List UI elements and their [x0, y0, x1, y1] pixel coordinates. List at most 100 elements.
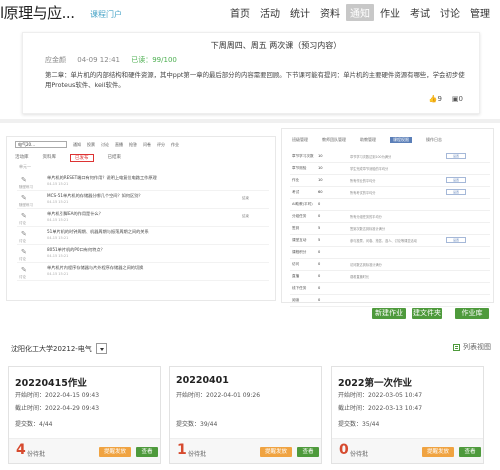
- weight-label: 作业: [292, 178, 300, 182]
- management-tab[interactable]: 助教管理: [360, 137, 376, 143]
- card-footer: 4 份待批 提醒发放 查看: [9, 438, 160, 463]
- weight-value[interactable]: 10: [318, 154, 323, 158]
- view-button[interactable]: 查看: [459, 447, 481, 457]
- remind-button[interactable]: 提醒发放: [422, 447, 454, 457]
- homework-title[interactable]: 2022第一次作业: [338, 375, 412, 389]
- activity-tab[interactable]: 活动库: [15, 154, 29, 162]
- list-item[interactable]: ✎ 随堂练习 MCS-51单片机的存储器分哪几个空间？如何区别？ 04-15 15:2…: [17, 191, 269, 209]
- settings-button[interactable]: 设置: [446, 177, 466, 183]
- pending-count: 4: [16, 442, 26, 458]
- weight-value[interactable]: 0: [318, 298, 320, 302]
- nav-item[interactable]: 首页: [226, 4, 254, 21]
- nav-item[interactable]: 讨论: [436, 4, 464, 21]
- pending-label: 份待批: [27, 451, 46, 458]
- class-mini-select: 电气20…: [15, 141, 67, 148]
- homework-library-button[interactable]: 作业库: [455, 308, 489, 319]
- settings-button[interactable]: 设置: [446, 189, 466, 195]
- weight-value[interactable]: 5: [318, 226, 320, 230]
- activity-title: 8051单片机的P0口有何特点？: [47, 247, 105, 252]
- homework-card[interactable]: 20220415作业 开始时间：2022-04-15 09:43 截止时间：2022…: [8, 366, 161, 464]
- weight-value[interactable]: 5: [318, 238, 320, 242]
- remind-button[interactable]: 提醒发放: [260, 447, 292, 457]
- management-tab[interactable]: 操作日志: [426, 137, 442, 143]
- view-button[interactable]: 查看: [297, 447, 319, 457]
- table-row: 线下任务 0: [290, 283, 490, 295]
- nav-item[interactable]: 考试: [406, 4, 434, 21]
- activity-tab[interactable]: 资料库: [43, 154, 57, 162]
- list-view-toggle[interactable]: 列表视图: [453, 342, 491, 352]
- weight-label: 签到: [292, 226, 300, 230]
- settings-button[interactable]: 设置: [446, 153, 466, 159]
- toolbar-item[interactable]: 评分: [157, 142, 165, 148]
- management-tab[interactable]: 教师团队管理: [322, 137, 346, 143]
- toolbar-item[interactable]: 直播: [115, 142, 123, 148]
- course-title[interactable]: l原理与应...: [0, 2, 75, 23]
- toolbar-item[interactable]: 投票: [87, 142, 95, 148]
- activity-tab[interactable]: 已结束: [108, 154, 122, 162]
- homework-title[interactable]: 20220415作业: [15, 375, 87, 389]
- weight-label: 直播: [292, 274, 300, 278]
- class-select[interactable]: 沈阳化工大学20212-电气: [9, 342, 107, 355]
- notice-meta: 应金颜 04-09 12:41 已读：99/100: [45, 55, 186, 65]
- list-item[interactable]: ✎ 讨论 单片机片内程序存储器与片外程序存储器之间的切换 04-15 15:21: [17, 263, 269, 281]
- list-item[interactable]: ✎ 讨论 51单片机的时钟周期、机器周期与振荡周期之间的关系 04-15 15:21: [17, 227, 269, 245]
- list-item[interactable]: ✎ 讨论 8051单片机的P0口有何特点？ 04-15 15:21: [17, 245, 269, 263]
- weight-value[interactable]: 0: [318, 286, 320, 290]
- activity-action[interactable]: 结束: [242, 196, 249, 201]
- weight-label: 分组任务: [292, 214, 307, 218]
- nav-item[interactable]: 通知: [346, 4, 374, 21]
- course-portal-link[interactable]: 课程门户: [90, 9, 122, 20]
- like-button[interactable]: 👍9: [429, 95, 442, 103]
- weight-desc: 访问数达到标准计满分: [350, 263, 382, 267]
- weight-value[interactable]: 0: [318, 202, 320, 206]
- activity-tabs: 活动库 资料库 已发布 已结束: [15, 154, 121, 162]
- nav-item[interactable]: 管理: [466, 4, 494, 21]
- weight-label: 线下任务: [292, 286, 307, 290]
- start-time: 开始时间：2022-04-01 09:26: [176, 392, 261, 399]
- weight-value[interactable]: 10: [318, 166, 323, 170]
- homework-title[interactable]: 20220401: [176, 375, 229, 386]
- comment-button[interactable]: ▣0: [452, 95, 463, 103]
- weight-value[interactable]: 0: [318, 262, 320, 266]
- toolbar-item[interactable]: 作业: [171, 142, 179, 148]
- weight-value[interactable]: 0: [318, 214, 320, 218]
- table-row: 访问 0 访问数达到标准计满分: [290, 259, 490, 271]
- pending-label: 份待批: [350, 451, 369, 458]
- homework-card[interactable]: 2022第一次作业 开始时间：2022-03-05 10:47 截止时间：2022-…: [331, 366, 484, 464]
- weight-value[interactable]: 0: [318, 274, 320, 278]
- weight-value[interactable]: 0: [318, 250, 320, 254]
- view-button[interactable]: 查看: [136, 447, 158, 457]
- list-item[interactable]: ✎ 随堂练习 单片机的RESET端口有何作用？说明上电复位电路工作原理 04-15 1…: [17, 173, 269, 191]
- nav-item[interactable]: 作业: [376, 4, 404, 21]
- chevron-down-icon[interactable]: [95, 343, 107, 354]
- new-folder-button[interactable]: 建文件夹: [412, 308, 442, 319]
- toolbar-item[interactable]: 抢答: [129, 142, 137, 148]
- homework-card[interactable]: 20220401 开始时间：2022-04-01 09:26 提交数：39/44 1 份…: [169, 366, 322, 464]
- toolbar-item[interactable]: 讨论: [101, 142, 109, 148]
- nav-item[interactable]: 资料: [316, 4, 344, 21]
- notice-title[interactable]: 下周周四、周五 两次课（预习内容）: [23, 40, 479, 51]
- table-row: 章节测验 10 学生完成章节测验的平均分: [290, 163, 490, 175]
- notice-read-count[interactable]: 已读：99/100: [131, 56, 177, 64]
- nav-item[interactable]: 活动: [256, 4, 284, 21]
- activity-date: 04-15 15:21: [47, 182, 69, 186]
- weight-value[interactable]: 60: [318, 190, 323, 194]
- new-homework-button[interactable]: 新建作业: [372, 308, 406, 319]
- toolbar-item[interactable]: 通知: [73, 142, 81, 148]
- notice-card[interactable]: 下周周四、周五 两次课（预习内容） 应金颜 04-09 12:41 已读：99/…: [22, 32, 480, 114]
- management-tab[interactable]: 班级管理: [292, 137, 308, 143]
- weight-label: 考试: [292, 190, 300, 194]
- notice-time: 04-09 12:41: [77, 56, 120, 64]
- weight-value[interactable]: 10: [318, 178, 323, 182]
- activity-action[interactable]: 结束: [242, 214, 249, 219]
- submission-count: 提交数：35/44: [338, 421, 380, 428]
- list-item[interactable]: ✎ 讨论 单片机引脚EA的作用是什么？ 04-15 15:21 结束: [17, 209, 269, 227]
- management-tab[interactable]: 课程权限: [390, 137, 412, 143]
- settings-button[interactable]: 设置: [446, 237, 466, 243]
- toolbar-item[interactable]: 问卷: [143, 142, 151, 148]
- remind-button[interactable]: 提醒发放: [99, 447, 131, 457]
- nav-item[interactable]: 统计: [286, 4, 314, 21]
- pending-label: 份待批: [188, 451, 207, 458]
- activity-tab[interactable]: 已发布: [70, 154, 94, 162]
- end-time: 截止时间：2022-03-13 10:47: [338, 405, 423, 412]
